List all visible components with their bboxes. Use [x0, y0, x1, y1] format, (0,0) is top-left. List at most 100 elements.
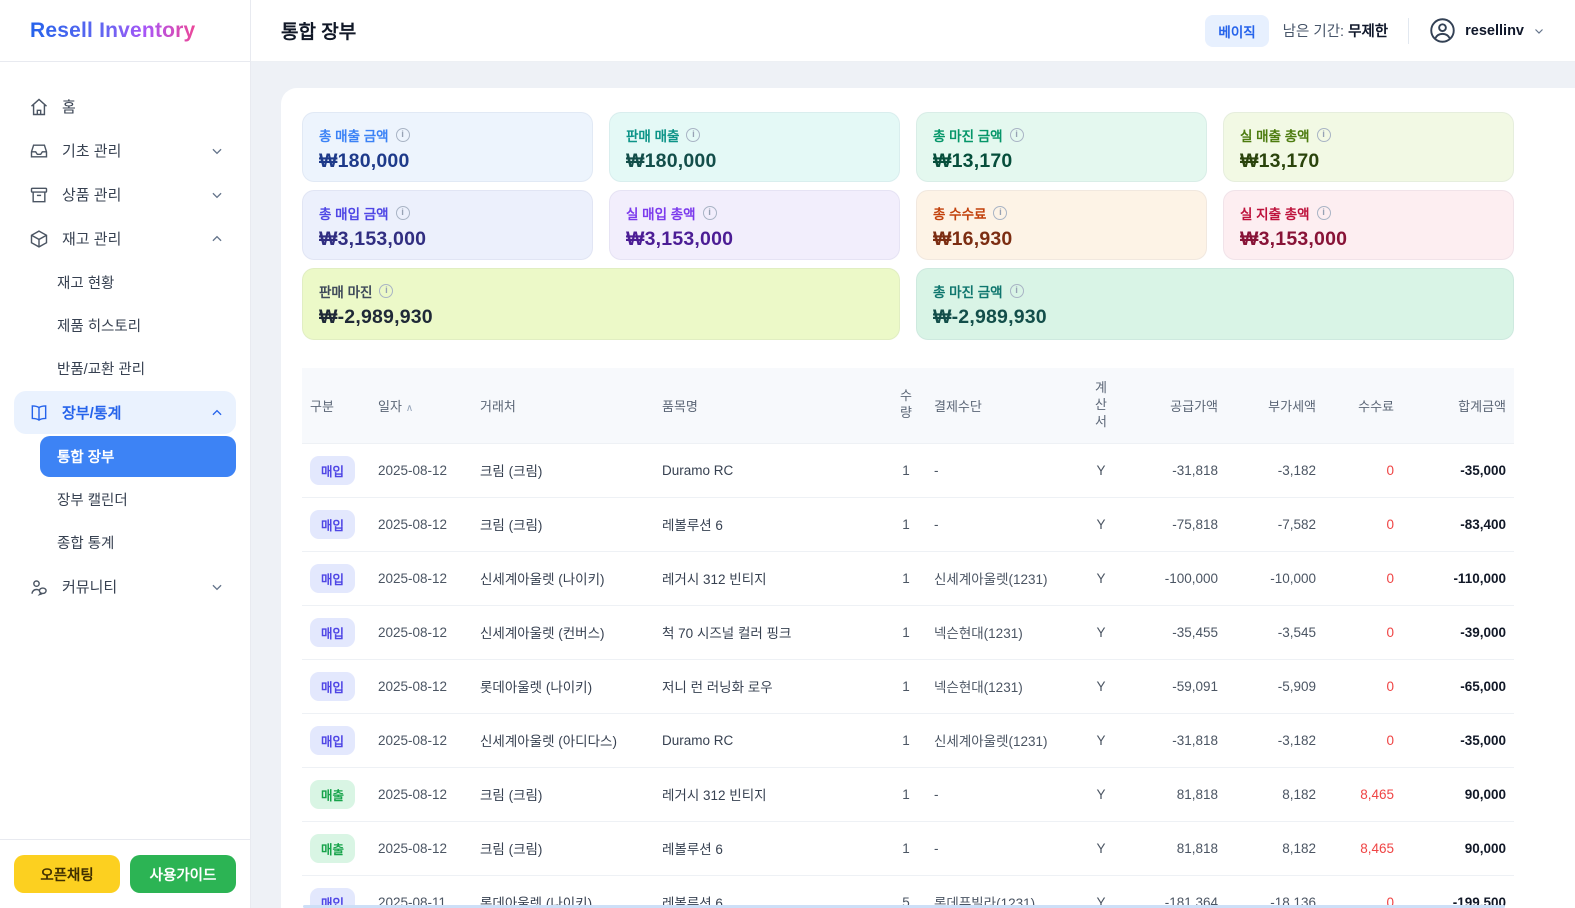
cell-payment: 넥슨현대(1231): [926, 658, 1078, 714]
open-chat-button[interactable]: 오픈채팅: [14, 855, 120, 893]
info-icon[interactable]: i: [379, 284, 394, 298]
ledger-table-wrap: 구분 일자 ∧ 거래처 품목명 수량 결제수단 계산서 공급가액 부가세액 수수료 합계금액 매입 20…: [302, 368, 1514, 908]
stat-card-label: 실 매입 총액 i: [626, 203, 883, 223]
header-divider: [1408, 17, 1410, 44]
column-header: 계산서: [1078, 368, 1124, 444]
stat-card-label: 총 매입 금액 i: [319, 203, 576, 223]
cell-total: -35,000: [1402, 442, 1514, 498]
cell-date: 2025-08-11: [370, 874, 472, 908]
table-row[interactable]: 매입 2025-08-12 크림 (크림) 레볼루션 6 1- Y -75,818 -7,58…: [302, 496, 1514, 552]
cell-fee: 0: [1324, 496, 1402, 552]
cell-invoice: Y: [1078, 820, 1124, 876]
cell-invoice: Y: [1078, 766, 1124, 822]
info-icon[interactable]: i: [395, 206, 410, 220]
info-icon[interactable]: i: [686, 128, 701, 142]
sidebar-item-ledger-stats[interactable]: 장부/통계: [14, 391, 236, 434]
info-icon[interactable]: i: [993, 206, 1008, 220]
cell-type: 매입: [302, 496, 370, 552]
user-guide-button[interactable]: 사용가이드: [130, 855, 236, 893]
sidebar-item-product-management[interactable]: 상품 관리: [14, 173, 236, 216]
table-row[interactable]: 매입 2025-08-12 신세계아울렛 (나이키) 레거시 312 빈티지 1 신세계아…: [302, 550, 1514, 606]
table-row[interactable]: 매입 2025-08-12 신세계아울렛 (아디다스) Duramo RC 1 신세계아울…: [302, 712, 1514, 768]
stat-card-label: 총 마진 금액 i: [933, 281, 1497, 301]
info-icon[interactable]: i: [1316, 128, 1331, 142]
type-badge: 매입: [310, 563, 356, 593]
column-header: 품목명: [654, 368, 886, 444]
cell-total: 90,000: [1402, 766, 1514, 822]
info-icon[interactable]: i: [702, 206, 717, 220]
avatar-icon: [1429, 17, 1456, 44]
sidebar-subitem-total-stats[interactable]: 종합 통계: [40, 522, 236, 563]
table-row[interactable]: 매입 2025-08-12 롯데아울렛 (나이키) 저니 런 러닝화 로우 1 넥슨현대(…: [302, 658, 1514, 714]
sidebar-item-basic-management[interactable]: 기초 관리: [14, 129, 236, 172]
table-row[interactable]: 매입 2025-08-12 크림 (크림) Duramo RC 1- Y -31,818 -3…: [302, 442, 1514, 498]
cell-vendor: 신세계아울렛 (컨버스): [472, 604, 654, 660]
table-row[interactable]: 매입 2025-08-11 롯데아울렛 (나이키) 레볼루션 6 5 롯데푸빌라(1231…: [302, 874, 1514, 908]
cell-qty: 1: [886, 820, 926, 876]
table-row[interactable]: 매입 2025-08-12 신세계아울렛 (컨버스) 척 70 시즈널 컬러 핑크 1 넥…: [302, 604, 1514, 660]
cell-total: -65,000: [1402, 658, 1514, 714]
sidebar-subitem-product-history[interactable]: 제품 히스토리: [40, 305, 236, 346]
cell-vat: 8,182: [1226, 820, 1324, 876]
cell-date: 2025-08-12: [370, 550, 472, 606]
sidebar-subitem-return-exchange[interactable]: 반품/교환 관리: [40, 348, 236, 389]
sidebar-item-inventory-management[interactable]: 재고 관리: [14, 217, 236, 260]
table-row[interactable]: 매출 2025-08-12 크림 (크림) 레볼루션 6 1- Y 81,818 8,182 8…: [302, 820, 1514, 876]
cell-type: 매입: [302, 658, 370, 714]
cell-fee: 0: [1324, 604, 1402, 660]
info-icon[interactable]: i: [1009, 284, 1024, 298]
username: resellinv: [1465, 22, 1524, 39]
info-icon[interactable]: i: [1009, 128, 1024, 142]
cell-vat: 8,182: [1226, 766, 1324, 822]
cell-vendor: 롯데아울렛 (나이키): [472, 874, 654, 908]
column-header[interactable]: 일자 ∧: [370, 368, 472, 444]
cell-type: 매입: [302, 604, 370, 660]
home-icon: [29, 97, 49, 117]
stat-card-value: ₩13,170: [933, 150, 1013, 172]
column-header: 공급가액: [1124, 368, 1226, 444]
cell-qty: 1: [886, 442, 926, 498]
cell-date: 2025-08-12: [370, 442, 472, 498]
cell-supply: -31,818: [1124, 712, 1226, 768]
sidebar-item-label: 장부/통계: [62, 405, 122, 422]
sidebar-subitem-ledger-calendar[interactable]: 장부 캘린더: [40, 479, 236, 520]
stat-card-label: 총 마진 금액 i: [933, 125, 1190, 145]
cell-vat: -3,545: [1226, 604, 1324, 660]
cell-vat: -3,182: [1226, 442, 1324, 498]
page-title: 통합 장부: [281, 22, 357, 43]
stat-card: 총 매입 금액 i ₩3,153,000: [302, 190, 593, 260]
stat-card-value: ₩180,000: [626, 150, 717, 172]
stat-card-value: ₩180,000: [319, 150, 410, 172]
stat-card-label: 실 매출 총액 i: [1240, 125, 1497, 145]
column-header: 합계금액: [1402, 368, 1514, 444]
cell-qty: 1: [886, 766, 926, 822]
cell-item: 레거시 312 빈티지: [654, 766, 886, 822]
logo-area: Resell Inventory: [0, 0, 251, 62]
stat-card-label: 실 지출 총액 i: [1240, 203, 1497, 223]
info-icon[interactable]: i: [395, 128, 410, 142]
sidebar-subitem-stock-status[interactable]: 재고 현황: [40, 262, 236, 303]
column-header: 거래처: [472, 368, 654, 444]
sidebar-item-community[interactable]: 커뮤니티: [14, 565, 236, 608]
sidebar-item-label: 커뮤니티: [62, 579, 118, 596]
cell-fee: 0: [1324, 658, 1402, 714]
sidebar-subitem-integrated-ledger[interactable]: 통합 장부: [40, 436, 236, 477]
inbox-icon: [29, 141, 49, 161]
sidebar-item-home[interactable]: 홈: [14, 85, 236, 128]
cube-icon: [29, 229, 49, 249]
column-header: 구분: [302, 368, 370, 444]
chat-icon: [29, 577, 49, 597]
cell-type: 매입: [302, 442, 370, 498]
user-menu[interactable]: resellinv: [1429, 17, 1545, 44]
info-icon[interactable]: i: [1316, 206, 1331, 220]
plan-badge: 베이직: [1205, 14, 1269, 47]
cell-item: Duramo RC: [654, 442, 886, 498]
stat-card: 실 지출 총액 i ₩3,153,000: [1223, 190, 1514, 260]
type-badge: 매출: [310, 833, 356, 863]
column-header: 결제수단: [926, 368, 1078, 444]
cell-fee: 0: [1324, 874, 1402, 908]
table-row[interactable]: 매출 2025-08-12 크림 (크림) 레거시 312 빈티지 1- Y 81,818 8…: [302, 766, 1514, 822]
cell-payment: -: [926, 496, 1078, 552]
stat-card-value: ₩3,153,000: [1240, 228, 1348, 250]
sidebar-footer: 오픈채팅 사용가이드: [0, 839, 250, 908]
